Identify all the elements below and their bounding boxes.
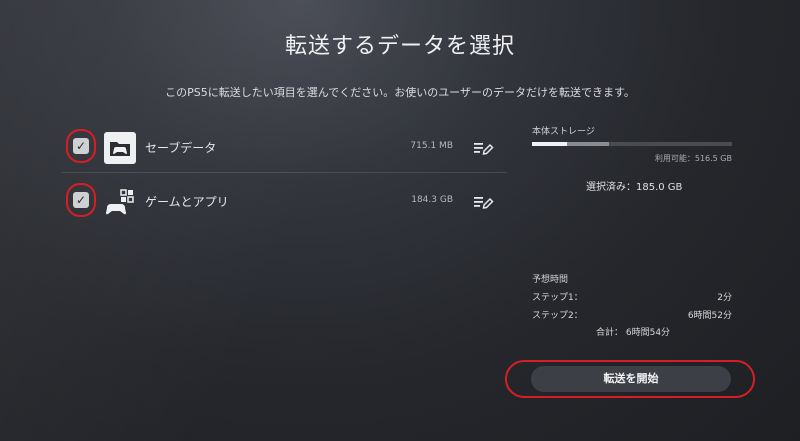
step2-row: ステップ2： 6時間52分	[532, 308, 732, 321]
games-apps-checkbox[interactable]: ✓	[73, 192, 89, 208]
storage-title: 本体ストレージ	[532, 127, 595, 137]
list-item-save-data[interactable]: ✓ セーブデータ 715.1 MB	[62, 124, 507, 173]
total-time: 合計： 6時間54分	[596, 328, 671, 338]
save-data-folder-icon	[104, 132, 136, 164]
games-apps-size: 184.3 GB	[411, 195, 453, 205]
selected-size: 選択済み：185.0 GB	[586, 182, 683, 193]
games-apps-label: ゲームとアプリ	[145, 195, 229, 209]
storage-available: 利用可能：516.5 GB	[654, 154, 732, 163]
list-item-games-apps[interactable]: ✓ ゲームとアプリ 184.3 GB	[62, 178, 507, 226]
page-subtitle: このPS5に転送したい項目を選んでください。お使いのユーザーのデータだけを転送で…	[165, 86, 635, 99]
step1-label: ステップ1：	[532, 293, 583, 303]
step2-label: ステップ2：	[532, 311, 583, 321]
step1-value: 2分	[717, 293, 732, 303]
storage-selected-segment	[567, 142, 609, 146]
save-data-checkbox[interactable]: ✓	[73, 138, 89, 154]
step2-value: 6時間52分	[687, 311, 732, 321]
storage-bar	[532, 142, 732, 146]
games-and-apps-icon	[104, 186, 136, 218]
save-data-size: 715.1 MB	[410, 141, 453, 151]
start-transfer-button[interactable]: 転送を開始	[531, 366, 731, 392]
save-data-edit-icon[interactable]	[472, 136, 496, 160]
games-apps-edit-icon[interactable]	[472, 190, 496, 214]
storage-used-segment	[532, 142, 567, 146]
step1-row: ステップ1： 2分	[532, 290, 732, 303]
save-data-label: セーブデータ	[145, 141, 217, 155]
estimate-title: 予想時間	[532, 275, 569, 285]
page-title: 転送するデータを選択	[284, 34, 515, 59]
